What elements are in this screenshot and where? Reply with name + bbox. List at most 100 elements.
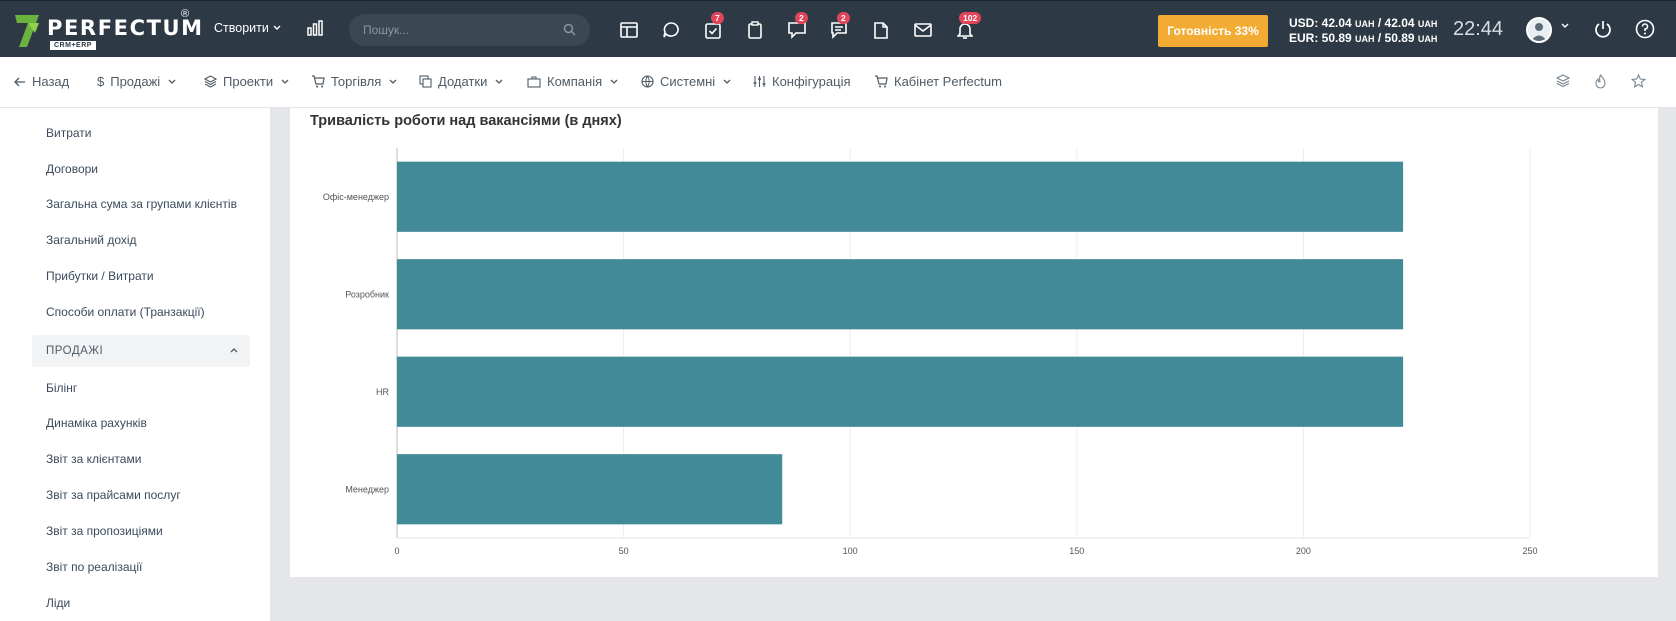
sidebar-item-expenses[interactable]: Витрати xyxy=(46,126,92,140)
nav-config-label: Конфігурація xyxy=(772,74,851,89)
search-icon[interactable] xyxy=(563,23,576,36)
sidebar-section-sales[interactable]: ПРОДАЖІ xyxy=(32,335,250,367)
x-tick-label: 250 xyxy=(1522,546,1537,556)
dollar-icon: $ xyxy=(97,74,105,89)
chevron-down-icon xyxy=(495,79,503,84)
sliders-icon xyxy=(753,76,766,87)
clipboard-icon[interactable] xyxy=(743,18,767,42)
layers-icon xyxy=(204,75,217,88)
cart-icon xyxy=(312,75,325,88)
layers-icon[interactable] xyxy=(1556,74,1570,88)
arrow-left-icon xyxy=(14,77,25,86)
x-tick-label: 200 xyxy=(1296,546,1311,556)
nav-company-label: Компанія xyxy=(547,74,603,89)
nav-company[interactable]: Компанія xyxy=(527,74,618,89)
nav-sales-label: Продажі xyxy=(110,74,161,89)
create-menu-button[interactable]: Створити xyxy=(214,21,281,35)
bar-chart-icon[interactable] xyxy=(306,19,324,42)
category-label: Менеджер xyxy=(345,484,389,494)
nav-trade-label: Торгівля xyxy=(331,74,382,89)
nav-system[interactable]: Системні xyxy=(641,74,731,89)
notifications-badge: 102 xyxy=(959,12,982,24)
search-box xyxy=(349,14,590,46)
mail-icon[interactable] xyxy=(911,18,935,42)
logo-mark-icon xyxy=(15,15,39,47)
sidebar-section-label: ПРОДАЖІ xyxy=(46,345,104,357)
eur-rate-2: / 50.89 xyxy=(1374,31,1415,45)
sidebar-item-billing[interactable]: Білінг xyxy=(46,381,77,395)
document-icon[interactable] xyxy=(869,18,893,42)
copy-icon xyxy=(419,75,432,88)
nav-addons[interactable]: Додатки xyxy=(419,74,503,89)
nav-sales[interactable]: $ Продажі xyxy=(97,74,176,89)
category-label: HR xyxy=(376,387,389,397)
x-tick-label: 0 xyxy=(394,546,399,556)
help-icon[interactable] xyxy=(1635,19,1655,39)
logo-registered-mark: ® xyxy=(181,8,190,20)
calendar-icon[interactable] xyxy=(617,18,641,42)
chevron-down-icon[interactable] xyxy=(1561,23,1569,29)
chevron-down-icon xyxy=(723,79,731,84)
briefcase-icon xyxy=(527,75,541,88)
usd-rate-2: / 42.04 xyxy=(1374,16,1415,30)
nav-config[interactable]: Конфігурація xyxy=(753,74,851,89)
chevron-up-icon xyxy=(230,348,238,353)
discussions-icon[interactable]: 2 xyxy=(827,12,851,42)
bar xyxy=(397,454,783,525)
notifications-icon[interactable]: 102 xyxy=(953,12,982,42)
main-nav: Назад $ Продажі Проекти Торгівля Додатки… xyxy=(0,57,1676,108)
logo-subtitle: CRM+ERP xyxy=(50,41,96,50)
usd-unit-2: UAH xyxy=(1417,19,1438,29)
bar xyxy=(397,259,1404,330)
nav-cabinet[interactable]: Кабінет Perfectum xyxy=(874,74,1002,89)
user-avatar-icon xyxy=(1531,23,1547,41)
reports-sidebar: Витрати Договори Загальна сума за групам… xyxy=(0,108,270,621)
bar-chart: 0 50 100 150 200 250 Офіс-менеджер Розробник HR М… xyxy=(323,148,1538,556)
star-icon[interactable] xyxy=(1631,74,1646,88)
nav-back[interactable]: Назад xyxy=(14,74,69,89)
tasks-badge: 7 xyxy=(711,12,724,24)
fire-icon[interactable] xyxy=(1594,74,1607,89)
nav-back-label: Назад xyxy=(32,74,70,89)
chevron-down-icon xyxy=(168,79,176,84)
nav-trade[interactable]: Торгівля xyxy=(311,74,397,89)
sidebar-item-invoice-dynamics[interactable]: Динаміка рахунків xyxy=(46,416,147,430)
search-input[interactable] xyxy=(363,23,553,37)
clock: 22:44 xyxy=(1453,18,1504,40)
power-icon[interactable] xyxy=(1593,19,1613,39)
readiness-button[interactable]: Готовність 33% xyxy=(1158,15,1268,47)
sidebar-item-clients-report[interactable]: Звіт за клієнтами xyxy=(46,452,141,466)
nav-cabinet-label: Кабінет Perfectum xyxy=(894,74,1002,89)
chevron-down-icon xyxy=(281,79,289,84)
sidebar-item-total-income[interactable]: Загальний дохід xyxy=(46,233,137,247)
create-label: Створити xyxy=(214,21,269,35)
sidebar-item-proposals-report[interactable]: Звіт за пропозиціями xyxy=(46,524,163,538)
top-bar: PERFECTUM CRM+ERP ® Створити 7 2 2 xyxy=(0,0,1676,57)
discussions-badge: 2 xyxy=(837,12,850,24)
nav-projects[interactable]: Проекти xyxy=(204,74,289,89)
nav-addons-label: Додатки xyxy=(438,74,488,89)
eur-unit: UAH xyxy=(1355,34,1375,44)
cart-icon xyxy=(875,75,888,88)
chevron-down-icon xyxy=(389,79,397,84)
sidebar-item-client-groups-total[interactable]: Загальна сума за групами клієнтів xyxy=(46,197,237,211)
sidebar-item-profit-expenses[interactable]: Прибутки / Витрати xyxy=(46,269,154,283)
sidebar-item-leads[interactable]: Ліди xyxy=(46,596,70,610)
sidebar-item-payment-methods[interactable]: Способи оплати (Транзакції) xyxy=(46,305,205,319)
currency-rates: USD: 42.04 UAH / 42.04 UAH EUR: 50.89 UA… xyxy=(1289,16,1437,46)
chat-bubble-icon[interactable] xyxy=(659,18,683,42)
x-tick-label: 100 xyxy=(843,546,858,556)
category-label: Офіс-менеджер xyxy=(323,192,389,202)
tasks-icon[interactable]: 7 xyxy=(701,12,725,42)
globe-icon xyxy=(641,75,654,88)
category-label: Розробник xyxy=(345,289,389,299)
chart-card: Тривалість роботи над вакансіями (в днях… xyxy=(290,108,1658,577)
eur-rate: EUR: 50.89 xyxy=(1289,31,1352,45)
sidebar-item-contracts[interactable]: Договори xyxy=(46,162,98,176)
logo[interactable]: PERFECTUM CRM+ERP ® xyxy=(13,8,203,51)
sidebar-item-price-report[interactable]: Звіт за прайсами послуг xyxy=(46,488,181,502)
avatar[interactable] xyxy=(1526,17,1552,43)
sidebar-item-sales-report[interactable]: Звіт по реалізації xyxy=(46,560,142,574)
messages-icon[interactable]: 2 xyxy=(785,12,809,42)
nav-system-label: Системні xyxy=(660,74,716,89)
